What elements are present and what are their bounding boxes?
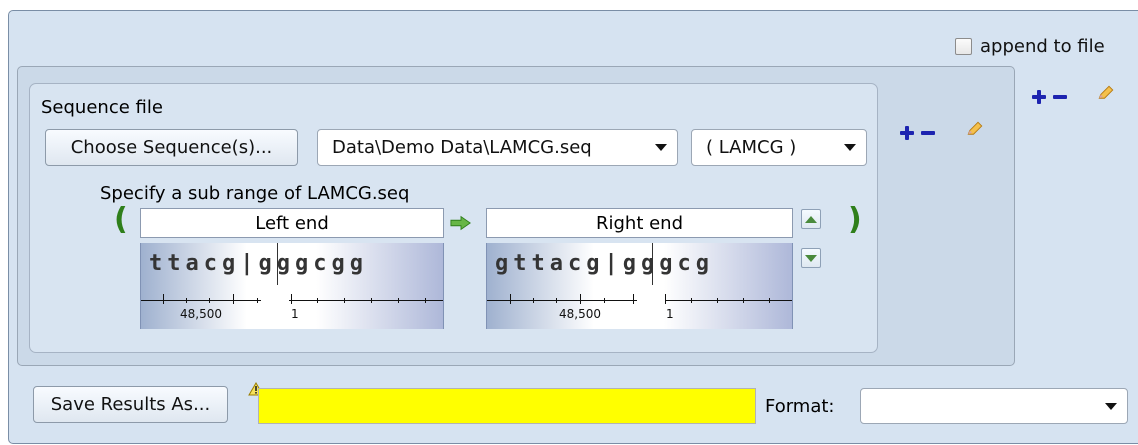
format-label: Format: (765, 396, 835, 417)
edit-sequence-icon[interactable] (966, 120, 984, 138)
right-ruler: 48,500 1 (487, 294, 792, 321)
append-to-file-toggle[interactable]: append to file (955, 36, 1105, 57)
left-end-field[interactable]: Left end (140, 208, 444, 238)
chevron-up-icon (805, 215, 817, 223)
format-select[interactable] (860, 388, 1128, 424)
move-down-button[interactable] (801, 248, 821, 268)
edit-sequence-group-icon[interactable] (1097, 84, 1115, 102)
right-ruler-zero: 1 (666, 307, 674, 321)
right-sequence-text: gttacg|gggcg (495, 251, 714, 276)
right-end-field[interactable]: Right end (486, 208, 793, 238)
left-ruler-zero: 1 (291, 307, 299, 321)
sequence-file-select[interactable]: Data\Demo Data\LAMCG.seq (317, 129, 678, 166)
open-range-bracket: ( (114, 202, 128, 237)
choose-sequences-button[interactable]: Choose Sequence(s)... (45, 129, 298, 166)
sequence-name-select[interactable]: ( LAMCG ) (691, 129, 867, 166)
sequence-name-value: ( LAMCG ) (706, 137, 797, 158)
add-sequence-group-icon[interactable] (1032, 90, 1046, 104)
left-split-marker (277, 243, 278, 285)
right-sequence-viewer: gttacg|gggcg 48,500 1 (486, 243, 793, 329)
right-split-marker (652, 243, 653, 285)
subrange-label: Specify a sub range of LAMCG.seq (100, 183, 410, 204)
chevron-down-icon (805, 254, 817, 262)
move-up-button[interactable] (801, 209, 821, 229)
append-checkbox[interactable] (955, 38, 972, 55)
right-ruler-label: 48,500 (559, 307, 601, 321)
arrow-right-icon (450, 215, 471, 231)
append-label: append to file (980, 36, 1105, 57)
remove-sequence-icon[interactable] (921, 126, 935, 140)
left-sequence-text: ttacg|gggcgg (149, 251, 368, 276)
left-ruler-label: 48,500 (180, 307, 222, 321)
save-results-button[interactable]: Save Results As... (33, 386, 228, 423)
left-sequence-viewer: ttacg|gggcgg 48,500 1 (140, 243, 444, 329)
close-range-bracket: ) (848, 202, 862, 237)
add-sequence-icon[interactable] (900, 126, 914, 140)
results-path-field[interactable] (258, 388, 756, 424)
remove-sequence-group-icon[interactable] (1053, 90, 1067, 104)
chevron-down-icon (1105, 403, 1117, 410)
chevron-down-icon (844, 144, 856, 151)
sequence-file-value: Data\Demo Data\LAMCG.seq (332, 137, 592, 158)
sequence-file-label: Sequence file (41, 97, 163, 118)
chevron-down-icon (655, 144, 667, 151)
left-ruler: 48,500 1 (141, 294, 443, 321)
